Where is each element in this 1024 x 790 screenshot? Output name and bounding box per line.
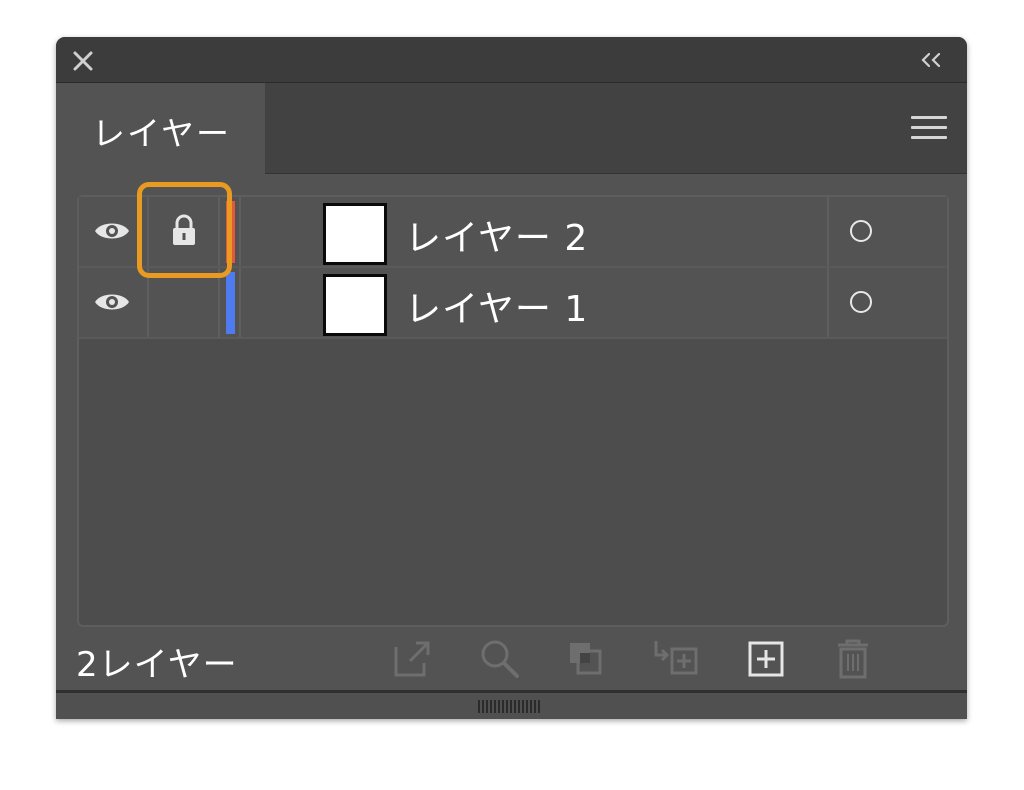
layer-name[interactable]: レイヤー 1 (405, 280, 588, 332)
lock-icon[interactable] (169, 213, 199, 247)
tab-layers[interactable]: レイヤー (56, 83, 265, 174)
eye-icon[interactable] (93, 290, 131, 314)
tab-strip: レイヤー (56, 83, 967, 174)
layer-thumbnail[interactable] (323, 203, 387, 265)
close-icon[interactable] (72, 50, 94, 72)
column-divider (827, 268, 829, 337)
new-sublayer-icon[interactable] (650, 637, 700, 679)
target-circle-icon[interactable] (850, 220, 872, 242)
target-circle-icon[interactable] (850, 291, 872, 313)
column-divider (239, 197, 241, 266)
resize-grip-icon[interactable] (478, 700, 544, 713)
search-icon[interactable] (478, 637, 520, 679)
tab-layers-label: レイヤー (92, 114, 232, 153)
export-icon[interactable] (392, 637, 434, 679)
trash-icon[interactable] (832, 637, 874, 679)
column-divider (827, 197, 829, 266)
layers-panel: レイヤー レイヤー 2 レイヤー 1 2レイヤー (56, 37, 967, 719)
column-divider (147, 197, 149, 266)
layer-name[interactable]: レイヤー 2 (405, 209, 588, 261)
column-divider (218, 197, 220, 266)
column-divider (218, 268, 220, 337)
layer-list: レイヤー 2 レイヤー 1 (77, 195, 949, 627)
layer-row[interactable]: レイヤー 2 (79, 197, 947, 268)
clipping-mask-icon[interactable] (564, 637, 606, 679)
layer-color-bar (226, 201, 235, 263)
layer-count: 2レイヤー (76, 645, 238, 685)
panel-titlebar (56, 37, 967, 83)
hamburger-menu-icon[interactable] (911, 116, 947, 142)
resize-bar[interactable] (56, 690, 967, 719)
column-divider (239, 268, 241, 337)
column-divider (147, 268, 149, 337)
new-layer-icon[interactable] (746, 637, 788, 679)
double-chevron-left-icon[interactable] (919, 51, 945, 69)
layer-color-bar (226, 272, 235, 334)
layer-row[interactable]: レイヤー 1 (79, 268, 947, 339)
eye-icon[interactable] (93, 219, 131, 243)
layer-thumbnail[interactable] (323, 274, 387, 336)
